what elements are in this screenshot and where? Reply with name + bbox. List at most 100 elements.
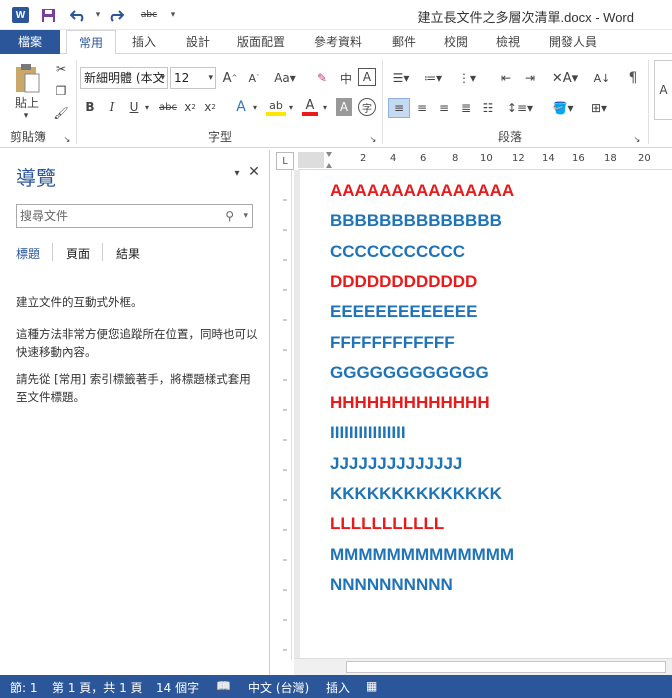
show-marks-icon[interactable]: ¶: [624, 68, 642, 88]
highlight-dropdown-icon[interactable]: ▾: [286, 98, 296, 116]
tab-layout[interactable]: 版面配置: [228, 30, 294, 54]
document-paragraph[interactable]: CCCCCCCCCCC: [330, 242, 465, 262]
nav-tab-pages[interactable]: 頁面: [66, 245, 90, 262]
language-indicator[interactable]: 中文 (台灣): [248, 679, 309, 696]
search-dropdown-icon[interactable]: ▾: [243, 205, 248, 227]
borders-icon[interactable]: ⊞▾: [584, 98, 614, 118]
phonetic-guide-icon[interactable]: 中: [336, 68, 356, 88]
document-paragraph[interactable]: NNNNNNNNNN: [330, 575, 453, 595]
bullets-icon[interactable]: ☰▾: [388, 68, 414, 88]
numbering-icon[interactable]: ≔▾: [420, 68, 446, 88]
tab-selector[interactable]: L: [276, 152, 294, 170]
font-launcher-icon[interactable]: ↘: [368, 134, 378, 144]
paste-dropdown-icon[interactable]: ▾: [14, 110, 38, 122]
page-indicator[interactable]: 第 1 頁，共 1 頁: [52, 679, 143, 696]
tab-view[interactable]: 檢視: [486, 30, 530, 54]
scrollbar-thumb[interactable]: [346, 661, 666, 673]
document-paragraph[interactable]: FFFFFFFFFFFF: [330, 333, 455, 353]
tab-references[interactable]: 參考資料: [304, 30, 372, 54]
text-effects-icon[interactable]: A: [232, 98, 250, 116]
align-left-icon[interactable]: ≡: [388, 98, 410, 118]
font-color-dropdown-icon[interactable]: ▾: [320, 98, 330, 116]
copy-icon[interactable]: ❐: [52, 82, 70, 100]
line-spacing-icon[interactable]: ↕≡▾: [506, 98, 534, 118]
highlight-icon[interactable]: ab: [266, 98, 286, 116]
insert-mode[interactable]: 插入: [326, 679, 350, 696]
justify-icon[interactable]: ≣: [456, 98, 476, 118]
section-indicator[interactable]: 節: 1: [10, 679, 38, 696]
underline-dropdown-icon[interactable]: ▾: [142, 98, 152, 116]
proofing-icon[interactable]: 📖: [216, 679, 231, 693]
align-center-icon[interactable]: ≡: [412, 98, 432, 118]
tab-review[interactable]: 校閱: [434, 30, 478, 54]
font-size-combo[interactable]: 12 ▾: [170, 67, 216, 89]
font-color-icon[interactable]: A: [302, 98, 318, 116]
horizontal-ruler[interactable]: 2 4 6 8 10 12 14 16 18 20: [298, 150, 672, 170]
customize-qat-icon[interactable]: ▾: [165, 7, 181, 23]
macro-recording-icon[interactable]: ▦: [366, 679, 377, 693]
grow-font-icon[interactable]: A ^: [220, 68, 240, 88]
word-app-icon[interactable]: W: [12, 7, 29, 23]
document-paragraph[interactable]: BBBBBBBBBBBBBB: [330, 211, 502, 231]
vertical-ruler[interactable]: [278, 170, 292, 660]
nav-tab-results[interactable]: 結果: [116, 245, 140, 262]
shrink-font-icon[interactable]: Aˇ: [244, 68, 264, 88]
paste-icon[interactable]: [10, 60, 44, 96]
document-paragraph[interactable]: IIIIIIIIIIIIIIII: [330, 423, 406, 443]
distributed-icon[interactable]: ☷: [478, 98, 498, 118]
document-paragraph[interactable]: EEEEEEEEEEEEE: [330, 302, 477, 322]
subscript-icon[interactable]: x2: [182, 98, 198, 116]
change-case-icon[interactable]: Aa▾: [270, 68, 300, 88]
undo-dropdown-icon[interactable]: ▾: [90, 7, 106, 23]
redo-icon[interactable]: [108, 7, 124, 23]
character-shading-icon[interactable]: A: [336, 98, 352, 116]
text-effects-dropdown-icon[interactable]: ▾: [250, 98, 260, 116]
sort-icon[interactable]: A↓: [592, 68, 612, 88]
tab-file[interactable]: 檔案: [0, 30, 60, 54]
character-border-icon[interactable]: A: [358, 68, 376, 86]
paragraph-launcher-icon[interactable]: ↘: [632, 134, 642, 144]
document-paragraph[interactable]: HHHHHHHHHHHHH: [330, 393, 490, 413]
chinese-layout-icon[interactable]: ✕A▾: [550, 68, 580, 88]
italic-icon[interactable]: I: [104, 98, 120, 116]
document-paragraph[interactable]: JJJJJJJJJJJJJJ: [330, 454, 462, 474]
superscript-icon[interactable]: x2: [202, 98, 218, 116]
tab-mailings[interactable]: 郵件: [382, 30, 426, 54]
document-paragraph[interactable]: LLLLLLLLLLL: [330, 514, 444, 534]
enclose-characters-icon[interactable]: 字: [358, 98, 376, 116]
undo-icon[interactable]: [70, 7, 86, 23]
multilevel-list-icon[interactable]: ⋮▾: [454, 68, 480, 88]
nav-tab-headings[interactable]: 標題: [16, 245, 40, 262]
underline-icon[interactable]: U: [126, 98, 142, 116]
close-icon[interactable]: ✕: [246, 164, 262, 180]
tab-developer[interactable]: 開發人員: [540, 30, 606, 54]
clipboard-launcher-icon[interactable]: ↘: [62, 134, 72, 144]
clear-formatting-icon[interactable]: ✎: [312, 68, 332, 88]
paste-button[interactable]: 貼上: [8, 94, 46, 110]
shading-icon[interactable]: 🪣▾: [548, 98, 578, 118]
spelling-check-icon[interactable]: abc: [137, 7, 161, 23]
tab-insert[interactable]: 插入: [122, 30, 166, 54]
horizontal-scrollbar[interactable]: [294, 658, 672, 675]
cut-icon[interactable]: ✂: [52, 60, 70, 78]
decrease-indent-icon[interactable]: ⇤: [496, 68, 516, 88]
increase-indent-icon[interactable]: ⇥: [520, 68, 540, 88]
document-paragraph[interactable]: DDDDDDDDDDDD: [330, 272, 477, 292]
format-painter-icon[interactable]: 🖌: [52, 104, 70, 122]
nav-search-input[interactable]: 搜尋文件 ⚲ ▾: [16, 204, 253, 228]
strikethrough-icon[interactable]: abc: [158, 98, 178, 116]
document-paragraph[interactable]: AAAAAAAAAAAAAAA: [330, 181, 514, 201]
document-paragraph[interactable]: MMMMMMMMMMMMM: [330, 545, 514, 565]
bold-icon[interactable]: B: [82, 98, 98, 116]
styles-gallery[interactable]: A: [654, 60, 672, 120]
tab-design[interactable]: 設計: [176, 30, 220, 54]
save-icon[interactable]: [40, 7, 56, 23]
document-paragraph[interactable]: KKKKKKKKKKKKKK: [330, 484, 502, 504]
word-count[interactable]: 14 個字: [156, 679, 199, 696]
font-name-combo[interactable]: 新細明體 (本文 ▾: [80, 67, 168, 89]
nav-options-dropdown-icon[interactable]: ▾: [230, 166, 244, 180]
search-icon[interactable]: ⚲: [225, 205, 234, 227]
document-paragraph[interactable]: GGGGGGGGGGGG: [330, 363, 489, 383]
align-right-icon[interactable]: ≡: [434, 98, 454, 118]
tab-home[interactable]: 常用: [66, 30, 116, 55]
